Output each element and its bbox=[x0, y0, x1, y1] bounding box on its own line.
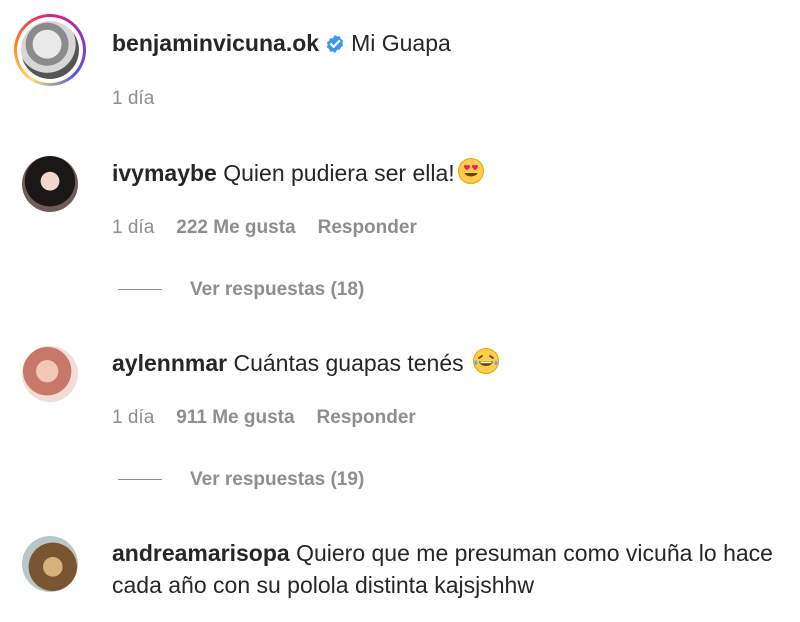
caption-time[interactable]: 1 día bbox=[112, 88, 154, 109]
caption-meta: 1 día bbox=[112, 87, 154, 111]
comment-username[interactable]: andreamarisopa bbox=[112, 540, 290, 566]
comment-meta: 1 día 911 Me gusta Responder bbox=[112, 406, 416, 430]
likes-count[interactable]: 222 Me gusta bbox=[176, 217, 295, 238]
avatar[interactable] bbox=[21, 21, 79, 79]
view-replies-button[interactable]: Ver respuestas (19) bbox=[118, 468, 364, 492]
replies-divider bbox=[118, 479, 162, 481]
likes-count[interactable]: 911 Me gusta bbox=[176, 407, 294, 428]
caption-text: Mi Guapa bbox=[351, 30, 451, 56]
avatar[interactable] bbox=[22, 536, 78, 592]
comment-text-line: ivymaybe Quien pudiera ser ella! bbox=[112, 157, 776, 193]
caption-text-line: benjaminvicuna.ok Mi Guapa bbox=[112, 27, 776, 62]
comment-text-line: aylennmar Cuántas guapas tenés bbox=[112, 347, 776, 383]
comment-text: Cuántas guapas tenés bbox=[233, 350, 464, 376]
replies-divider bbox=[118, 289, 162, 291]
avatar[interactable] bbox=[22, 346, 78, 402]
comment-time[interactable]: 1 día bbox=[112, 407, 154, 428]
view-replies-button[interactable]: Ver respuestas (18) bbox=[118, 278, 364, 302]
view-replies-label[interactable]: Ver respuestas (18) bbox=[190, 279, 364, 300]
comment-time[interactable]: 1 día bbox=[112, 217, 154, 238]
comment-username[interactable]: ivymaybe bbox=[112, 160, 217, 186]
comment-text-line: andreamarisopa Quiero que me presuman co… bbox=[112, 537, 780, 601]
verified-badge-icon bbox=[325, 30, 345, 62]
reply-button[interactable]: Responder bbox=[318, 217, 417, 238]
comment-meta: 1 día 222 Me gusta Responder bbox=[112, 216, 417, 240]
view-replies-label[interactable]: Ver respuestas (19) bbox=[190, 469, 364, 490]
reply-button[interactable]: Responder bbox=[317, 407, 416, 428]
comment-text: Quien pudiera ser ella! bbox=[223, 160, 455, 186]
heart-eyes-emoji-icon bbox=[457, 157, 485, 193]
avatar[interactable] bbox=[22, 156, 78, 212]
tears-of-joy-emoji-icon bbox=[472, 347, 500, 383]
caption-username[interactable]: benjaminvicuna.ok bbox=[112, 30, 319, 56]
comment-username[interactable]: aylennmar bbox=[112, 350, 227, 376]
